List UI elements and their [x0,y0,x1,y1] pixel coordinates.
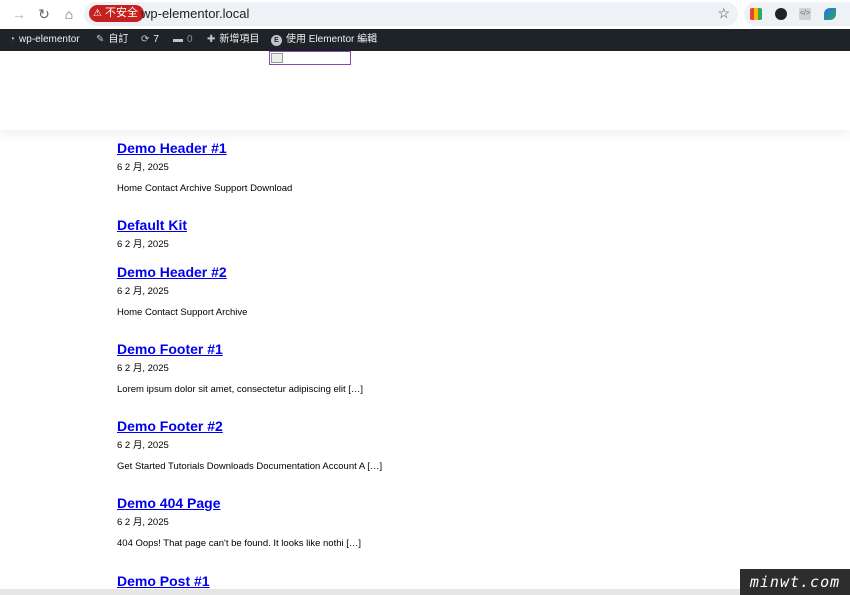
extension-code-icon[interactable]: </> [799,8,811,20]
site-name-label: wp-elementor [19,34,80,45]
reload-icon[interactable]: ↻ [35,5,53,23]
site-header [0,51,850,130]
comments-count: 0 [187,34,193,45]
list-item: Demo Header #1 6 2 月, 2025 Home Contact … [117,139,292,195]
post-title-link[interactable]: Demo Footer #1 [117,340,363,358]
extension-feather-icon[interactable] [824,8,836,20]
admin-updates[interactable]: ⟳ 7 [141,29,159,51]
edit-elementor-label: 使用 Elementor 編輯 [286,34,378,45]
list-item: Default Kit 6 2 月, 2025 [117,216,187,251]
post-date: 6 2 月, 2025 [117,363,169,374]
updates-count: 7 [153,34,159,45]
security-label: 不安全 [104,7,138,19]
elementor-icon: E [271,34,282,46]
horizontal-scrollbar-track[interactable] [0,589,850,595]
admin-new-item[interactable]: ✚ 新增項目 [207,29,259,51]
watermark: minwt.com [740,569,850,595]
security-badge[interactable]: ⚠ 不安全 [89,5,144,22]
dashboard-icon: ◔ [9,34,16,45]
extension-dark-icon[interactable] [775,8,787,20]
post-title-link[interactable]: Demo Post #1 [117,572,210,590]
list-item: Demo Footer #2 6 2 月, 2025 Get Started T… [117,417,382,473]
extension-color-icon[interactable] [750,8,762,20]
bookmark-star-icon[interactable]: ☆ [717,5,730,22]
plus-icon: ✚ [207,34,216,45]
admin-customize[interactable]: ✎ 自訂 [96,29,128,51]
post-title-link[interactable]: Demo Footer #2 [117,417,382,435]
wp-admin-bar: ◔ wp-elementor ✎ 自訂 ⟳ 7 ▬ 0 ✚ 新增項目 E 使用 … [0,29,850,51]
post-date: 6 2 月, 2025 [117,440,169,451]
post-excerpt: Home Contact Archive Support Download [117,183,293,194]
list-item: Demo 404 Page 6 2 月, 2025 404 Oops! That… [117,494,361,550]
browser-toolbar: → ↻ ⌂ ⚠ 不安全 wp-elementor.local ☆ </> [0,0,850,29]
post-date: 6 2 月, 2025 [117,239,169,250]
extensions-bar: </> [744,2,850,26]
brush-icon: ✎ [96,34,105,45]
back-arrow-icon[interactable]: → [10,5,28,23]
comment-icon: ▬ [173,34,183,45]
post-title-link[interactable]: Default Kit [117,216,187,234]
post-title-link[interactable]: Demo Header #2 [117,263,247,281]
post-title-link[interactable]: Demo Header #1 [117,139,292,157]
customize-label: 自訂 [108,34,129,45]
address-bar[interactable]: ⚠ 不安全 wp-elementor.local ☆ [84,2,738,26]
post-title-link[interactable]: Demo 404 Page [117,494,361,512]
list-item: Demo Post #1 [117,572,210,590]
post-date: 6 2 月, 2025 [117,517,169,528]
post-date: 6 2 月, 2025 [117,286,169,297]
admin-site-name[interactable]: ◔ wp-elementor [9,29,80,51]
home-icon[interactable]: ⌂ [60,5,78,23]
url-text[interactable]: wp-elementor.local [141,6,249,22]
post-excerpt: Home Contact Support Archive [117,307,248,318]
list-item: Demo Header #2 6 2 月, 2025 Home Contact … [117,263,247,319]
site-logo-broken-image[interactable] [269,51,351,65]
admin-comments[interactable]: ▬ 0 [173,29,193,51]
list-item: Demo Footer #1 6 2 月, 2025 Lorem ipsum d… [117,340,363,396]
post-excerpt: Lorem ipsum dolor sit amet, consectetur … [117,384,364,395]
admin-edit-elementor[interactable]: E 使用 Elementor 編輯 [271,29,377,51]
post-date: 6 2 月, 2025 [117,162,169,173]
warning-icon: ⚠ [93,8,102,19]
post-excerpt: Get Started Tutorials Downloads Document… [117,461,383,472]
updates-icon: ⟳ [141,34,150,45]
post-excerpt: 404 Oops! That page can't be found. It l… [117,538,362,549]
new-item-label: 新增項目 [219,34,260,45]
